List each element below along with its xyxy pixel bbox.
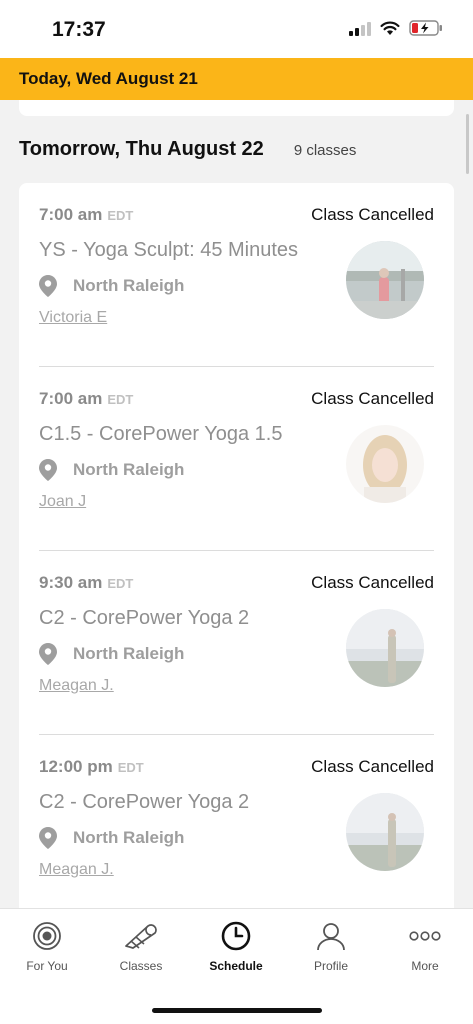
status-time: 17:37	[52, 18, 106, 41]
class-time: 7:00 am EDT	[39, 205, 134, 224]
class-status: Class Cancelled	[311, 757, 434, 776]
schedule-content[interactable]: Tomorrow, Thu August 22 9 classes 7:00 a…	[0, 100, 473, 908]
location-pin-icon	[39, 459, 57, 481]
instructor-avatar[interactable]	[346, 241, 424, 319]
location-name: North Raleigh	[73, 460, 185, 479]
class-location: North Raleigh	[39, 827, 184, 849]
tab-more[interactable]: More	[378, 919, 472, 973]
class-status: Class Cancelled	[311, 205, 434, 224]
class-timezone: EDT	[107, 576, 134, 591]
class-timezone: EDT	[107, 208, 134, 223]
instructor-link[interactable]: Victoria E	[39, 309, 107, 327]
class-item[interactable]: 12:00 pm EDT Class Cancelled C2 - CorePow…	[39, 735, 434, 908]
tab-profile[interactable]: Profile	[284, 919, 378, 973]
instructor-avatar[interactable]	[346, 609, 424, 687]
cellular-signal-icon	[349, 21, 371, 36]
class-list-card: 7:00 am EDT Class Cancelled YS - Yoga Scu…	[19, 183, 454, 908]
today-banner[interactable]: Today, Wed August 21	[0, 58, 473, 100]
class-time: 12:00 pm EDT	[39, 757, 144, 776]
wifi-icon	[380, 21, 400, 35]
instructor-avatar[interactable]	[346, 425, 424, 503]
tab-schedule[interactable]: Schedule	[189, 919, 283, 973]
home-indicator[interactable]	[152, 1008, 322, 1013]
bottom-tab-bar: For You Classes Schedule Profile More	[0, 908, 473, 1024]
tab-label: For You	[26, 959, 68, 973]
class-status: Class Cancelled	[311, 573, 434, 592]
class-name: C2 - CorePower Yoga 2	[39, 791, 250, 813]
tab-label: More	[411, 959, 439, 973]
class-time: 9:30 am EDT	[39, 573, 134, 592]
class-item[interactable]: 7:00 am EDT Class Cancelled C1.5 - CorePo…	[39, 367, 434, 551]
location-pin-icon	[39, 827, 57, 849]
class-location: North Raleigh	[39, 643, 184, 665]
clock-icon	[221, 921, 251, 951]
tab-label: Schedule	[209, 959, 263, 973]
location-name: North Raleigh	[73, 644, 185, 663]
target-icon	[33, 922, 61, 950]
instructor-link[interactable]: Joan J	[39, 493, 86, 511]
class-item[interactable]: 7:00 am EDT Class Cancelled YS - Yoga Scu…	[39, 183, 434, 367]
day-header: Tomorrow, Thu August 22 9 classes	[19, 138, 356, 161]
tab-classes[interactable]: Classes	[94, 919, 188, 973]
class-location: North Raleigh	[39, 459, 184, 481]
location-pin-icon	[39, 643, 57, 665]
class-count: 9 classes	[293, 142, 357, 159]
class-timezone: EDT	[107, 392, 134, 407]
tab-for-you[interactable]: For You	[0, 919, 94, 973]
previous-day-card	[19, 100, 454, 116]
tab-label: Classes	[119, 959, 163, 973]
class-timezone: EDT	[117, 760, 144, 775]
more-dots-icon	[409, 931, 441, 941]
scrollbar[interactable]	[466, 114, 469, 174]
class-name: C1.5 - CorePower Yoga 1.5	[39, 423, 283, 445]
location-name: North Raleigh	[73, 276, 185, 295]
location-name: North Raleigh	[73, 828, 185, 847]
battery-charging-icon	[409, 20, 442, 36]
today-banner-label: Today, Wed August 21	[19, 69, 198, 88]
class-time: 7:00 am EDT	[39, 389, 134, 408]
class-item[interactable]: 9:30 am EDT Class Cancelled C2 - CorePowe…	[39, 551, 434, 735]
instructor-link[interactable]: Meagan J.	[39, 861, 114, 879]
instructor-avatar[interactable]	[346, 793, 424, 871]
class-name: C2 - CorePower Yoga 2	[39, 607, 250, 629]
person-icon	[317, 923, 345, 951]
location-pin-icon	[39, 275, 57, 297]
class-name: YS - Yoga Sculpt: 45 Minutes	[39, 239, 299, 261]
class-location: North Raleigh	[39, 275, 184, 297]
status-icons	[349, 20, 443, 36]
instructor-link[interactable]: Meagan J.	[39, 677, 114, 695]
day-title: Tomorrow, Thu August 22	[19, 138, 264, 160]
yoga-mat-icon	[125, 924, 157, 949]
class-status: Class Cancelled	[311, 389, 434, 408]
status-bar: 17:37	[0, 0, 473, 58]
tab-label: Profile	[313, 959, 348, 973]
